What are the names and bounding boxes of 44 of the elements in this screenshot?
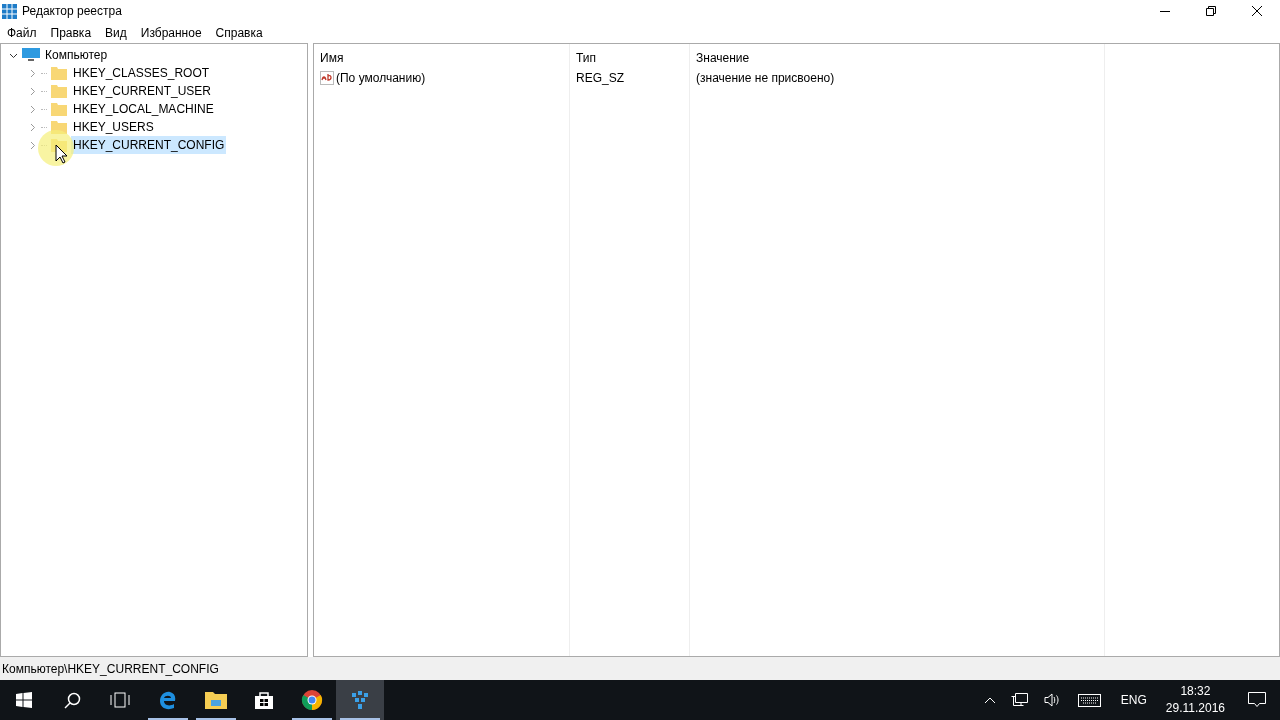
folder-icon xyxy=(51,66,67,80)
string-value-icon xyxy=(320,71,334,85)
tree-item[interactable]: HKEY_CLASSES_ROOT xyxy=(71,64,212,82)
windows-logo-icon xyxy=(16,692,32,708)
shopping-bag-icon xyxy=(254,690,274,710)
caret-up-icon[interactable] xyxy=(983,696,996,704)
search-icon xyxy=(63,691,81,709)
language-indicator[interactable]: ENG xyxy=(1110,691,1157,709)
close-icon xyxy=(1252,6,1262,16)
menu-item[interactable]: Правка xyxy=(43,22,99,43)
tree-item[interactable]: HKEY_LOCAL_MACHINE xyxy=(71,100,216,118)
menu-item[interactable]: Избранное xyxy=(133,22,209,43)
column-header[interactable]: Имя xyxy=(314,48,569,68)
monitor-icon xyxy=(22,48,40,62)
tree-item[interactable]: Компьютер xyxy=(44,46,109,64)
browser-logo-icon xyxy=(301,689,323,711)
menu-item[interactable]: Справка xyxy=(208,22,270,43)
tree-item[interactable]: HKEY_CURRENT_USER xyxy=(71,82,214,100)
keyboard-icon[interactable] xyxy=(1077,693,1101,707)
column-header[interactable]: Значение xyxy=(690,48,1104,68)
tree-item[interactable]: HKEY_CURRENT_CONFIG xyxy=(71,136,227,154)
window-title: Редактор реестра xyxy=(22,3,122,20)
table-cell-text: REG_SZ xyxy=(576,70,624,87)
folder-icon xyxy=(205,691,227,709)
column-header[interactable]: Тип xyxy=(570,48,689,68)
network-icon[interactable] xyxy=(1010,693,1028,707)
clock[interactable]: 18:32 29.11.2016 xyxy=(1156,683,1234,717)
minimize-icon xyxy=(1160,10,1170,12)
folder-icon xyxy=(51,102,67,116)
speaker-icon[interactable] xyxy=(1043,693,1060,707)
folder-icon xyxy=(51,84,67,98)
table-cell-text: (значение не присвоено) xyxy=(696,70,835,87)
mouse-pointer-icon xyxy=(55,144,67,164)
cubes-icon xyxy=(350,690,370,710)
status-bar-text: Компьютер\HKEY_CURRENT_CONFIG xyxy=(2,660,219,678)
task-view-icon xyxy=(110,692,130,708)
notification-icon[interactable] xyxy=(1248,691,1266,709)
restore-icon xyxy=(1206,6,1216,16)
menu-item[interactable]: Вид xyxy=(98,22,134,43)
menu-item[interactable]: Файл xyxy=(0,22,44,43)
letter-e-icon xyxy=(158,690,178,710)
taskbar-button[interactable] xyxy=(336,680,384,720)
table-cell-text: (По умолчанию) xyxy=(336,70,426,87)
tree-item[interactable]: HKEY_USERS xyxy=(71,118,156,136)
